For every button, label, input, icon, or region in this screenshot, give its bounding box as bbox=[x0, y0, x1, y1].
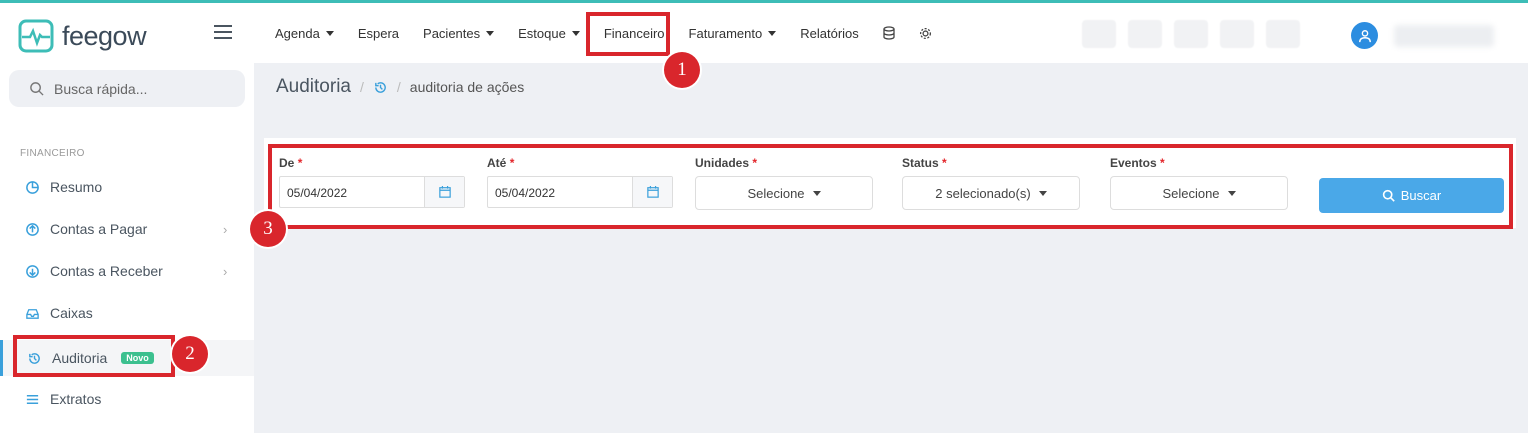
gear-icon[interactable] bbox=[919, 27, 932, 40]
search-icon bbox=[30, 82, 44, 96]
list-icon bbox=[26, 394, 39, 404]
arrow-down-circle-icon bbox=[26, 264, 39, 278]
sidebar-item-resumo[interactable]: Resumo bbox=[0, 169, 254, 205]
arrow-up-circle-icon bbox=[26, 222, 39, 236]
user-name-redacted[interactable] bbox=[1394, 25, 1494, 47]
phone-icon[interactable] bbox=[1082, 20, 1116, 48]
highlight-box-auditoria bbox=[13, 335, 175, 377]
download-icon[interactable] bbox=[1220, 20, 1254, 48]
menu-label: Pacientes bbox=[423, 25, 481, 41]
database-icon[interactable] bbox=[883, 26, 895, 40]
brand-logo[interactable]: feegow bbox=[18, 19, 147, 53]
caret-down-icon bbox=[486, 30, 495, 36]
caret-down-icon bbox=[571, 30, 580, 36]
header-actions bbox=[1082, 20, 1300, 48]
quick-search[interactable]: Busca rápida... bbox=[9, 70, 245, 107]
chat-icon[interactable] bbox=[1174, 20, 1208, 48]
menu-espera[interactable]: Espera bbox=[358, 26, 399, 41]
sidebar-item-contas-a-pagar[interactable]: Contas a Pagar › bbox=[0, 211, 254, 247]
breadcrumb-current: auditoria de ações bbox=[409, 79, 525, 95]
sidebar-item-contas-a-receber[interactable]: Contas a Receber › bbox=[0, 253, 254, 289]
sidebar-item-label: Caixas bbox=[50, 305, 93, 321]
caret-down-icon bbox=[325, 30, 334, 36]
sidebar-item-extratos[interactable]: Extratos bbox=[0, 381, 254, 417]
notification-icon[interactable] bbox=[1266, 20, 1300, 48]
menu-label: Faturamento bbox=[688, 25, 763, 41]
sidebar-item-label: Contas a Receber bbox=[50, 263, 163, 279]
breadcrumb-separator: / bbox=[396, 79, 401, 95]
menu-relatorios[interactable]: Relatórios bbox=[800, 26, 859, 41]
breadcrumb-separator: / bbox=[360, 79, 364, 95]
caret-down-icon bbox=[768, 30, 777, 36]
chevron-right-icon: › bbox=[223, 221, 228, 237]
video-icon[interactable] bbox=[1128, 20, 1162, 48]
highlight-box-financeiro bbox=[586, 12, 670, 56]
user-avatar[interactable] bbox=[1351, 22, 1378, 49]
sidebar-item-label: Resumo bbox=[50, 179, 103, 195]
menu-label: Estoque bbox=[518, 25, 566, 41]
inbox-icon bbox=[26, 308, 39, 319]
sidebar-item-caixas[interactable]: Caixas bbox=[0, 295, 254, 331]
pie-chart-icon bbox=[26, 180, 39, 194]
menu-label: Agenda bbox=[275, 25, 320, 41]
step-number-1: 1 bbox=[664, 52, 700, 88]
menu-toggle-icon[interactable] bbox=[214, 25, 232, 39]
search-placeholder: Busca rápida... bbox=[54, 80, 148, 97]
user-icon bbox=[1358, 29, 1371, 42]
chevron-right-icon: › bbox=[223, 263, 228, 279]
sidebar-item-label: Contas a Pagar bbox=[50, 221, 148, 237]
step-number-2: 2 bbox=[172, 336, 208, 372]
sidebar-item-label: Extratos bbox=[50, 391, 102, 407]
menu-agenda[interactable]: Agenda bbox=[275, 26, 334, 41]
section-label: FINANCEIRO bbox=[20, 148, 85, 159]
brand-name: feegow bbox=[62, 20, 147, 51]
heart-pulse-icon bbox=[18, 19, 54, 53]
page-title: Auditoria bbox=[276, 76, 351, 97]
menu-faturamento[interactable]: Faturamento bbox=[689, 26, 777, 41]
history-icon bbox=[375, 81, 386, 93]
menu-pacientes[interactable]: Pacientes bbox=[423, 25, 495, 41]
top-header: Agenda Espera Pacientes Estoque Financei… bbox=[254, 3, 1528, 63]
menu-estoque[interactable]: Estoque bbox=[518, 26, 580, 41]
menu-label: Espera bbox=[357, 25, 400, 41]
menu-label: Relatórios bbox=[800, 25, 859, 41]
highlight-box-filters bbox=[268, 144, 1513, 229]
step-number-3: 3 bbox=[250, 211, 286, 247]
breadcrumb: Auditoria / / auditoria de ações bbox=[276, 76, 524, 98]
